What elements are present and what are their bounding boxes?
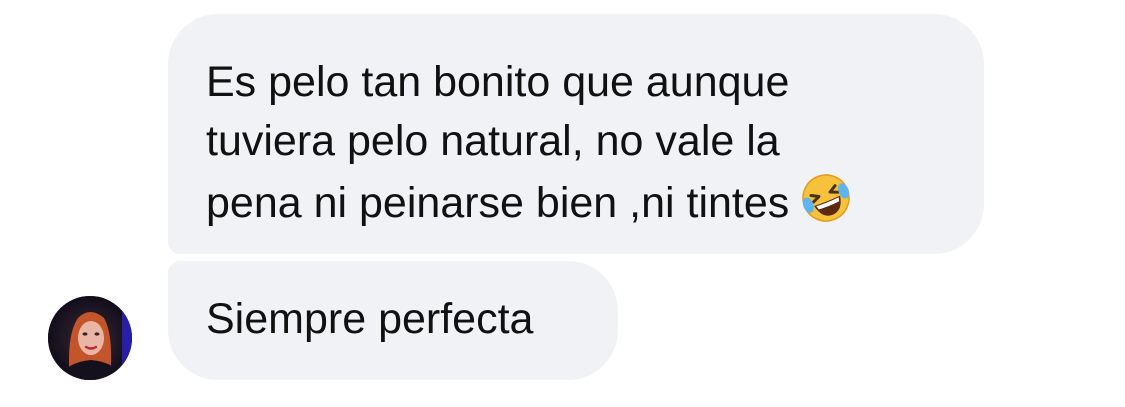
message-text-line: Siempre perfecta	[206, 295, 534, 343]
message-bubble[interactable]: Es pelo tan bonito que aunque tuviera pe…	[168, 14, 984, 254]
message-text-line: tuviera pelo natural, no vale la	[206, 117, 780, 165]
message-text-line: pena ni peinarse bien ,ni tintes	[206, 171, 944, 233]
avatar[interactable]	[48, 296, 132, 380]
message-text: pena ni peinarse bien ,ni tintes	[206, 179, 790, 227]
message-text-line: Es pelo tan bonito que aunque	[206, 58, 790, 106]
rolling-on-the-floor-laughing-icon	[799, 171, 853, 225]
message-bubble[interactable]: Siempre perfecta	[168, 261, 618, 380]
